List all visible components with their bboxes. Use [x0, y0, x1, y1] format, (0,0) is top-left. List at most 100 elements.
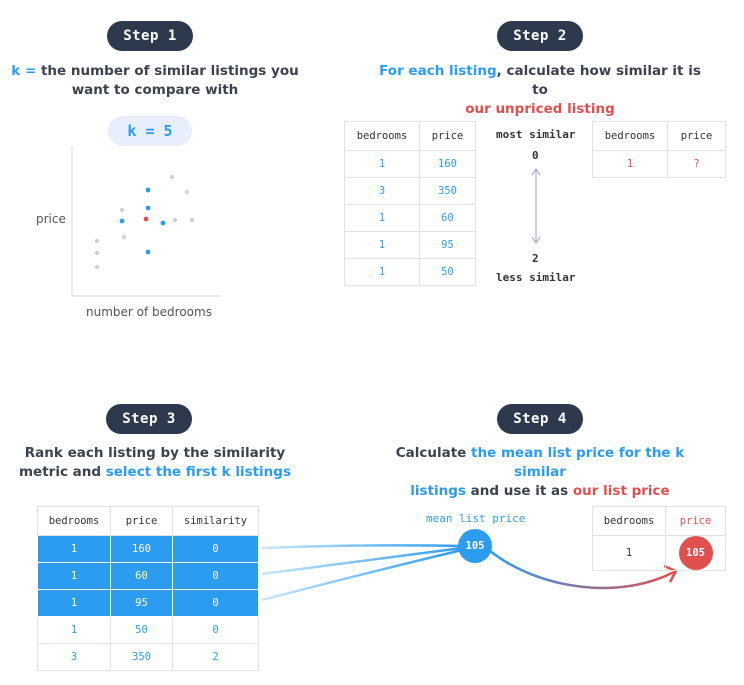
mean-price-circle: 105	[458, 529, 492, 563]
table-row: 1 160	[344, 150, 476, 178]
cell: 160	[419, 150, 476, 178]
k-text: k =	[11, 63, 37, 79]
mean-list-price-label: mean list price	[426, 512, 526, 525]
scatter-plot	[71, 146, 221, 297]
table-row: 1 50 0	[37, 616, 259, 644]
point-grey	[94, 264, 100, 270]
point-grey	[94, 238, 100, 244]
step1-description: k = the number of similar listings you w…	[10, 62, 300, 100]
cell: 1	[592, 535, 666, 571]
step2-description: For each listing, calculate how similar …	[370, 62, 710, 119]
table-row: 3 350	[344, 177, 476, 205]
step2-pill: Step 2	[497, 21, 583, 51]
col-price: price	[665, 506, 726, 536]
target-listing-table: bedrooms price 1 ?	[592, 121, 726, 178]
cell: 0	[172, 562, 259, 590]
similarity-scale-arrow	[531, 167, 541, 245]
step2-desc-rest: , calculate how similar it is to	[496, 63, 701, 98]
step3-description: Rank each listing by the similarity metr…	[10, 444, 300, 482]
cell: 1	[344, 258, 420, 286]
table-row-selected: 1 160 0	[37, 535, 259, 563]
cell: 1	[37, 535, 111, 563]
cell: 0	[172, 589, 259, 617]
similarity-two: 2	[532, 252, 539, 265]
step4-desc-blue2: listings	[410, 483, 466, 499]
result-price-value: 105	[686, 547, 705, 559]
connector-line	[261, 546, 463, 576]
cell: 1	[37, 589, 111, 617]
table-row: 1 50	[344, 258, 476, 286]
cell: 50	[419, 258, 476, 286]
table-row-selected: 1 95 0	[37, 589, 259, 617]
point-blue	[119, 218, 125, 224]
similarity-zero: 0	[532, 149, 539, 162]
cell: 3	[37, 643, 111, 671]
cell: 3	[344, 177, 420, 205]
cell: 350	[110, 643, 173, 671]
step1-desc-line2: want to compare with	[71, 82, 239, 98]
y-axis-label: price	[36, 212, 66, 226]
cell: 160	[110, 535, 173, 563]
step2-desc-red: our unpriced listing	[465, 101, 615, 117]
ranked-table: bedrooms price similarity 1 160 0 1 60 0 1 95…	[37, 506, 259, 671]
point-grey	[189, 217, 195, 223]
connector-line	[261, 544, 463, 550]
result-price-circle: 105	[678, 536, 713, 570]
cell: 0	[172, 535, 259, 563]
table-row: 1 ?	[592, 150, 726, 178]
step3-desc-blue: select the first k listings	[105, 464, 291, 480]
cell: 1	[344, 231, 420, 259]
table-row: 1 95	[344, 231, 476, 259]
mean-price-value: 105	[465, 540, 485, 552]
cell: 95	[110, 589, 173, 617]
point-grey	[119, 207, 125, 213]
point-grey	[121, 234, 127, 240]
point-blue	[145, 249, 151, 255]
scatter-points	[94, 174, 195, 270]
listings-table: bedrooms price 1 160 3 350 1 60 1 95 1 50	[344, 121, 476, 286]
x-axis-label: number of bedrooms	[86, 305, 212, 319]
col-bedrooms: bedrooms	[592, 121, 668, 151]
point-blue	[145, 205, 151, 211]
cell: 1	[37, 562, 111, 590]
cell-price: 105	[665, 535, 726, 571]
cell: 50	[110, 616, 173, 644]
step4-desc-b: and use it as	[465, 483, 573, 499]
less-similar-label: less similar	[496, 271, 576, 284]
cell: 1	[37, 616, 111, 644]
cell: 1	[344, 150, 420, 178]
point-grey	[184, 189, 190, 195]
col-price: price	[667, 121, 726, 151]
cell: 2	[172, 643, 259, 671]
col-bedrooms: bedrooms	[37, 506, 111, 536]
point-target	[143, 216, 149, 222]
cell: 1	[344, 204, 420, 232]
col-price: price	[110, 506, 173, 536]
cell: 0	[172, 616, 259, 644]
step1-desc-line1: the number of similar listings you	[36, 63, 299, 79]
table-row: 1 105	[592, 535, 726, 571]
point-grey	[169, 174, 175, 180]
cell: 95	[419, 231, 476, 259]
connector-line	[261, 548, 463, 602]
table-row: 3 350 2	[37, 643, 259, 671]
cell: 60	[419, 204, 476, 232]
col-bedrooms: bedrooms	[592, 506, 666, 536]
step3-desc-line1: Rank each listing by the similarity	[24, 445, 286, 461]
point-blue	[145, 187, 151, 193]
col-bedrooms: bedrooms	[344, 121, 420, 151]
cell: 1	[592, 150, 668, 178]
step4-description: Calculate the mean list price for the k …	[370, 444, 710, 501]
step2-desc-blue: For each listing	[379, 63, 497, 79]
most-similar-label: most similar	[496, 128, 576, 141]
result-table: bedrooms price 1 105	[592, 506, 726, 571]
col-price: price	[419, 121, 476, 151]
table-row-selected: 1 60 0	[37, 562, 259, 590]
step4-pill: Step 4	[497, 404, 583, 434]
step3-desc-line2-a: metric and	[18, 464, 106, 480]
step3-pill: Step 3	[106, 404, 192, 434]
table-row: 1 60	[344, 204, 476, 232]
col-similarity: similarity	[172, 506, 259, 536]
cell: 60	[110, 562, 173, 590]
cell: 350	[419, 177, 476, 205]
